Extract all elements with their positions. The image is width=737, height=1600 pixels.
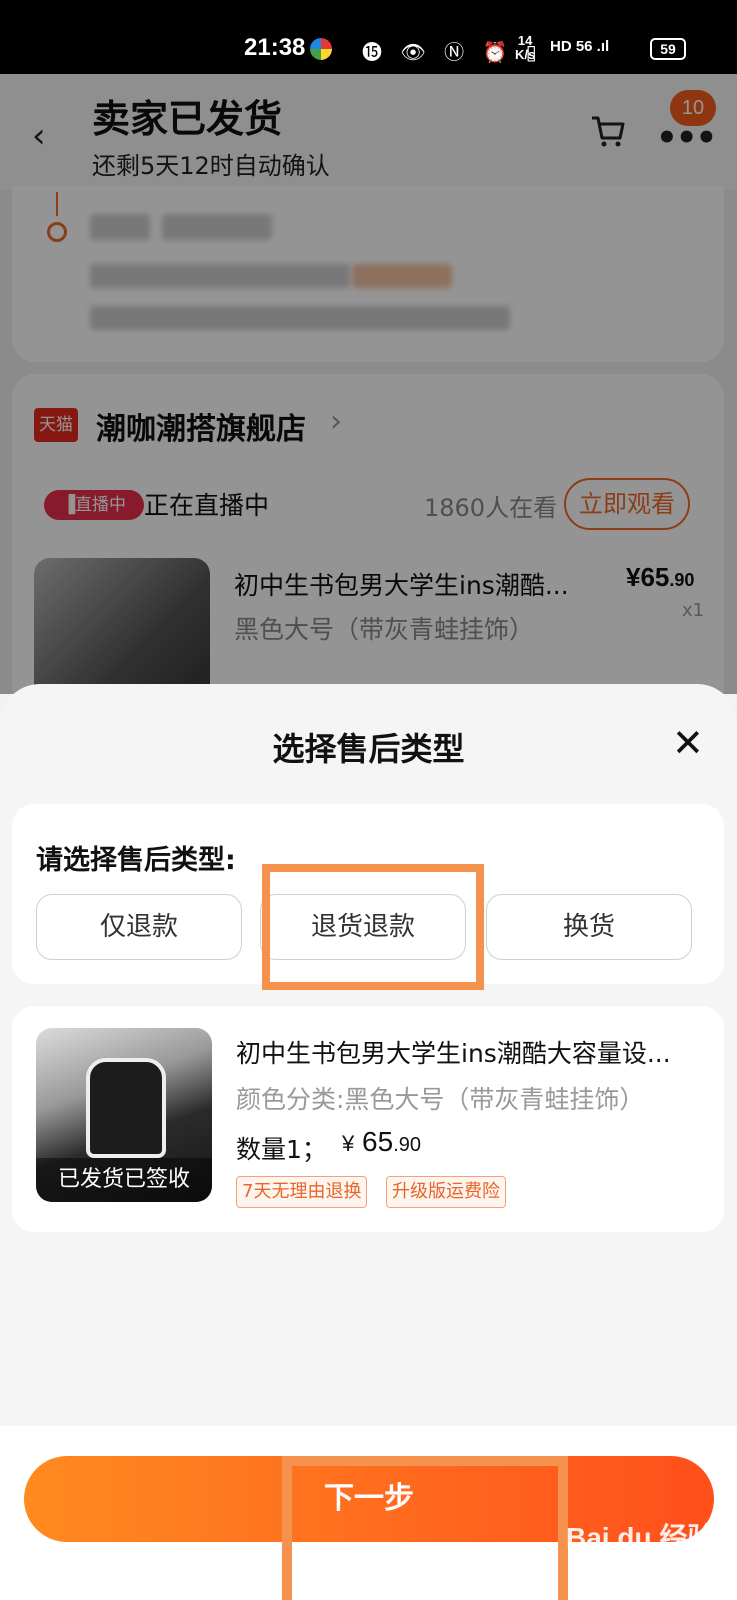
status-time: 21:38 bbox=[244, 34, 306, 61]
price-cents: .90 bbox=[393, 1134, 421, 1156]
item-card: 已发货已签收 初中生书包男大学生ins潮酷大容量设... 颜色分类:黑色大号（带… bbox=[12, 1006, 724, 1232]
item-variant: 颜色分类:黑色大号（带灰青蛙挂饰） bbox=[236, 1085, 645, 1114]
item-status-caption: 已发货已签收 bbox=[36, 1158, 212, 1202]
baidu-watermark-url: jingyan.baidu.com bbox=[600, 1552, 697, 1566]
annotation-box bbox=[282, 1456, 568, 1600]
network-speed-value: 14 bbox=[517, 33, 533, 48]
type-label: 请选择售后类型: bbox=[36, 845, 236, 876]
app-notification-icon bbox=[310, 38, 332, 60]
footer: 下一步 Bai du 经验 jingyan.baidu.com bbox=[0, 1426, 737, 1600]
baidu-watermark: Bai du 经验 bbox=[566, 1522, 716, 1553]
shipping-insurance-tag: 升级版运费险 bbox=[386, 1176, 506, 1208]
backpack-image bbox=[86, 1058, 166, 1158]
item-price: ¥ 65.90 bbox=[342, 1126, 421, 1158]
status-bar: 21:38 ⓯ 👁 Ⓝ ⏰ ▯ 14 K/s HD 56 .ıl 59 bbox=[0, 0, 737, 74]
item-image: 已发货已签收 bbox=[36, 1028, 212, 1202]
network-speed-unit: K/s bbox=[515, 47, 536, 62]
price-main: 65 bbox=[362, 1126, 394, 1157]
item-title: 初中生书包男大学生ins潮酷大容量设... bbox=[236, 1039, 671, 1068]
battery-icon: 59 bbox=[650, 38, 686, 60]
modal-overlay[interactable] bbox=[0, 74, 737, 694]
refund-only-button[interactable]: 仅退款 bbox=[36, 894, 242, 960]
item-qty: 数量1； bbox=[236, 1135, 327, 1164]
exchange-button[interactable]: 换货 bbox=[486, 894, 692, 960]
close-icon[interactable]: ✕ bbox=[672, 724, 704, 762]
price-symbol: ¥ bbox=[342, 1131, 355, 1156]
after-sales-sheet: 选择售后类型 ✕ 请选择售后类型: 仅退款 退货退款 换货 已发货已签收 初中生… bbox=[0, 684, 737, 1600]
return-policy-tag: 7天无理由退换 bbox=[236, 1176, 368, 1208]
signal-icon: HD 56 .ıl bbox=[550, 38, 610, 55]
network-speed: 14 K/s bbox=[515, 34, 535, 62]
sheet-title: 选择售后类型 bbox=[272, 730, 465, 768]
annotation-box bbox=[262, 864, 484, 990]
